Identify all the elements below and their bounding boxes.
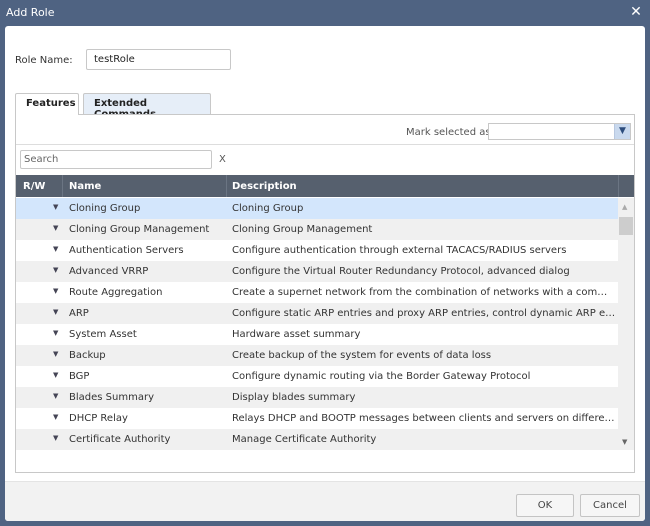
rw-dropdown-icon[interactable]: ▼: [53, 266, 58, 274]
row-description: Manage Certificate Authority: [232, 434, 377, 445]
dialog-title: Add Role: [6, 6, 55, 19]
tab-features[interactable]: Features: [15, 93, 79, 115]
rw-dropdown-icon[interactable]: ▼: [53, 224, 58, 232]
column-header-description[interactable]: Description: [232, 181, 297, 192]
row-name: Authentication Servers: [69, 245, 184, 256]
row-name: Route Aggregation: [69, 287, 163, 298]
table-row[interactable]: ▼ Blades Summary Display blades summary: [16, 387, 618, 408]
clear-search-button[interactable]: X: [219, 154, 226, 165]
row-description: Configure the Virtual Router Redundancy …: [232, 266, 570, 277]
rw-dropdown-icon[interactable]: ▼: [53, 371, 58, 379]
row-description: Configure static ARP entries and proxy A…: [232, 308, 617, 319]
column-separator: [618, 175, 619, 197]
row-description: Relays DHCP and BOOTP messages between c…: [232, 413, 617, 424]
close-icon[interactable]: ✕: [628, 4, 644, 20]
row-description: Configure dynamic routing via the Border…: [232, 371, 531, 382]
table-row[interactable]: ▼ Backup Create backup of the system for e…: [16, 345, 618, 366]
row-description: Create a supernet network from the combi…: [232, 287, 617, 298]
column-separator[interactable]: [226, 175, 227, 197]
rw-dropdown-icon[interactable]: ▼: [53, 350, 58, 358]
cancel-button[interactable]: Cancel: [580, 494, 640, 517]
grid-header: R/W Name Description: [16, 175, 634, 197]
grid-body: ▼ Cloning Group Cloning Group ▼ Cloning Grou…: [16, 198, 618, 450]
table-row[interactable]: ▼ Route Aggregation Create a supernet netw…: [16, 282, 618, 303]
row-description: Hardware asset summary: [232, 329, 361, 340]
row-name: System Asset: [69, 329, 137, 340]
mark-selected-dropdown[interactable]: ▼: [488, 123, 631, 140]
title-bar: Add Role ✕: [0, 0, 650, 26]
row-description: Cloning Group: [232, 203, 304, 214]
row-name: Advanced VRRP: [69, 266, 149, 277]
rw-dropdown-icon[interactable]: ▼: [53, 287, 58, 295]
table-row[interactable]: ▼ BGP Configure dynamic routing via the Bo…: [16, 366, 618, 387]
search-input[interactable]: [20, 150, 212, 169]
row-description: Display blades summary: [232, 392, 356, 403]
rw-dropdown-icon[interactable]: ▼: [53, 392, 58, 400]
column-header-name[interactable]: Name: [69, 181, 101, 192]
dialog-footer: OK Cancel: [5, 481, 645, 521]
row-description: Create backup of the system for events o…: [232, 350, 492, 361]
vertical-scrollbar[interactable]: ▲ ▼: [618, 198, 634, 450]
scrollbar-thumb[interactable]: [619, 217, 633, 235]
mark-selected-label: Mark selected as:: [406, 127, 494, 138]
rw-dropdown-icon[interactable]: ▼: [53, 434, 58, 442]
table-row[interactable]: ▼ Certificate Authority Manage Certificate…: [16, 429, 618, 450]
role-name-input[interactable]: [86, 49, 231, 70]
rw-dropdown-icon[interactable]: ▼: [53, 413, 58, 421]
row-name: Blades Summary: [69, 392, 154, 403]
row-description: Cloning Group Management: [232, 224, 373, 235]
table-row[interactable]: ▼ Authentication Servers Configure authent…: [16, 240, 618, 261]
role-name-label: Role Name:: [15, 55, 73, 66]
row-name: ARP: [69, 308, 89, 319]
table-row[interactable]: ▼ Advanced VRRP Configure the Virtual Rout…: [16, 261, 618, 282]
grid-toolbar: Mark selected as: ▼: [16, 115, 634, 145]
table-row[interactable]: ▼ Cloning Group Cloning Group: [16, 198, 618, 219]
row-description: Configure authentication through externa…: [232, 245, 567, 256]
column-header-rw[interactable]: R/W: [23, 181, 45, 192]
row-name: Cloning Group Management: [69, 224, 210, 235]
column-separator[interactable]: [62, 175, 63, 197]
add-role-dialog: Role Name: Features Extended Commands Ma…: [5, 26, 645, 521]
row-name: DHCP Relay: [69, 413, 128, 424]
table-row[interactable]: ▼ DHCP Relay Relays DHCP and BOOTP message…: [16, 408, 618, 429]
table-row[interactable]: ▼ System Asset Hardware asset summary: [16, 324, 618, 345]
ok-button[interactable]: OK: [516, 494, 574, 517]
chevron-down-icon[interactable]: ▼: [614, 124, 630, 139]
row-name: BGP: [69, 371, 90, 382]
scroll-up-icon[interactable]: ▲: [622, 203, 627, 211]
row-name: Cloning Group: [69, 203, 141, 214]
scroll-down-icon[interactable]: ▼: [622, 438, 627, 446]
features-panel: Mark selected as: ▼ X R/W Name Descripti…: [15, 114, 635, 473]
table-row[interactable]: ▼ Cloning Group Management Cloning Group M…: [16, 219, 618, 240]
tab-extended-commands[interactable]: Extended Commands: [83, 93, 211, 120]
row-name: Certificate Authority: [69, 434, 171, 445]
rw-dropdown-icon[interactable]: ▼: [53, 308, 58, 316]
table-row[interactable]: ▼ ARP Configure static ARP entries and pro…: [16, 303, 618, 324]
rw-dropdown-icon[interactable]: ▼: [53, 329, 58, 337]
rw-dropdown-icon[interactable]: ▼: [53, 203, 58, 211]
rw-dropdown-icon[interactable]: ▼: [53, 245, 58, 253]
row-name: Backup: [69, 350, 106, 361]
